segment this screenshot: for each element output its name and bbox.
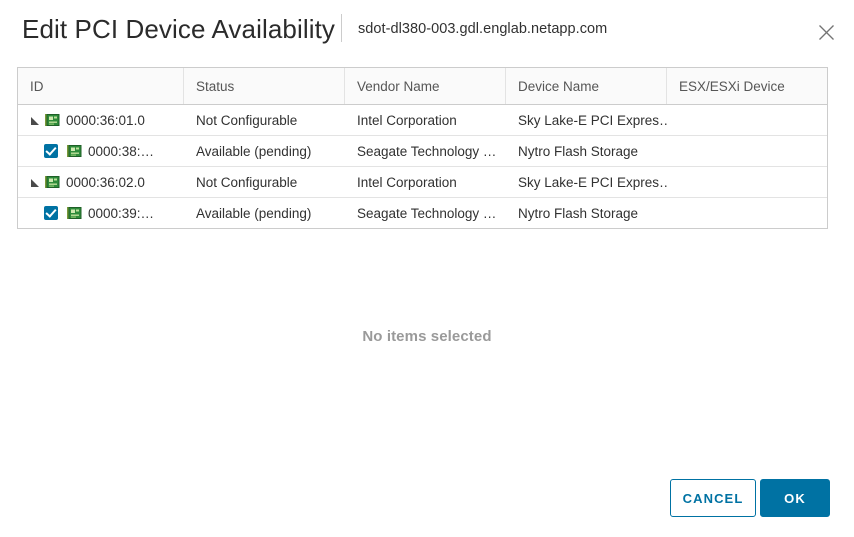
cell-device-name: Sky Lake-E PCI Expres…	[506, 167, 667, 197]
page-title: Edit PCI Device Availability	[22, 14, 335, 45]
title-divider	[341, 14, 342, 42]
pci-device-icon	[66, 205, 88, 221]
cancel-button[interactable]: CANCEL	[670, 479, 756, 517]
cell-device-name: Nytro Flash Storage	[506, 198, 667, 228]
row-select-checkbox[interactable]	[44, 144, 58, 158]
table-row[interactable]: 0000:39:… Available (pending)Seagate Tech…	[18, 198, 827, 228]
table-body: 0000:36:01.0Not ConfigurableIntel Corpor…	[18, 105, 827, 228]
pci-device-table: ID Status Vendor Name Device Name ESX/ES…	[17, 67, 828, 229]
row-select-checkbox[interactable]	[44, 206, 58, 220]
table-row[interactable]: 0000:36:01.0 Not ConfigurableIntel Corpor…	[18, 105, 827, 136]
cell-esx-device	[667, 105, 827, 135]
ok-button[interactable]: OK	[760, 479, 830, 517]
modal-header: Edit PCI Device Availability sdot-dl380-…	[0, 0, 854, 58]
column-header-status[interactable]: Status	[184, 68, 345, 104]
device-id-label: 0000:39:…	[88, 206, 154, 221]
cell-esx-device	[667, 198, 827, 228]
cell-device-name: Sky Lake-E PCI Expres…	[506, 105, 667, 135]
column-header-id[interactable]: ID	[18, 68, 184, 104]
cell-id: 0000:36:01.0	[18, 105, 184, 135]
table-header-row: ID Status Vendor Name Device Name ESX/ES…	[18, 68, 827, 105]
expand-collapse-caret-icon[interactable]	[26, 112, 42, 128]
cell-status: Available (pending)	[184, 198, 345, 228]
cell-status: Available (pending)	[184, 136, 345, 166]
cell-vendor-name: Seagate Technology …	[345, 136, 506, 166]
device-id-label: 0000:38:…	[88, 144, 154, 159]
modal-footer: CANCEL OK	[0, 479, 854, 521]
cell-status: Not Configurable	[184, 167, 345, 197]
column-header-esx-device[interactable]: ESX/ESXi Device	[667, 68, 827, 104]
column-header-vendor-name[interactable]: Vendor Name	[345, 68, 506, 104]
cell-vendor-name: Seagate Technology …	[345, 198, 506, 228]
close-icon	[818, 24, 835, 41]
device-id-label: 0000:36:02.0	[66, 175, 145, 190]
cell-esx-device	[667, 167, 827, 197]
close-button[interactable]	[810, 16, 842, 48]
cell-vendor-name: Intel Corporation	[345, 105, 506, 135]
empty-state-message: No items selected	[0, 328, 854, 345]
cell-id: 0000:36:02.0	[18, 167, 184, 197]
expand-collapse-caret-icon[interactable]	[26, 174, 42, 190]
pci-device-icon	[44, 112, 66, 128]
cell-vendor-name: Intel Corporation	[345, 167, 506, 197]
cell-esx-device	[667, 136, 827, 166]
pci-device-icon	[44, 174, 66, 190]
cell-id: 0000:39:…	[18, 198, 184, 228]
pci-device-icon	[66, 143, 88, 159]
host-name-subtitle: sdot-dl380-003.gdl.englab.netapp.com	[358, 21, 607, 37]
cell-device-name: Nytro Flash Storage	[506, 136, 667, 166]
cell-id: 0000:38:…	[18, 136, 184, 166]
device-id-label: 0000:36:01.0	[66, 113, 145, 128]
table-row[interactable]: 0000:38:… Available (pending)Seagate Tech…	[18, 136, 827, 167]
table-row[interactable]: 0000:36:02.0 Not ConfigurableIntel Corpor…	[18, 167, 827, 198]
cell-status: Not Configurable	[184, 105, 345, 135]
column-header-device-name[interactable]: Device Name	[506, 68, 667, 104]
